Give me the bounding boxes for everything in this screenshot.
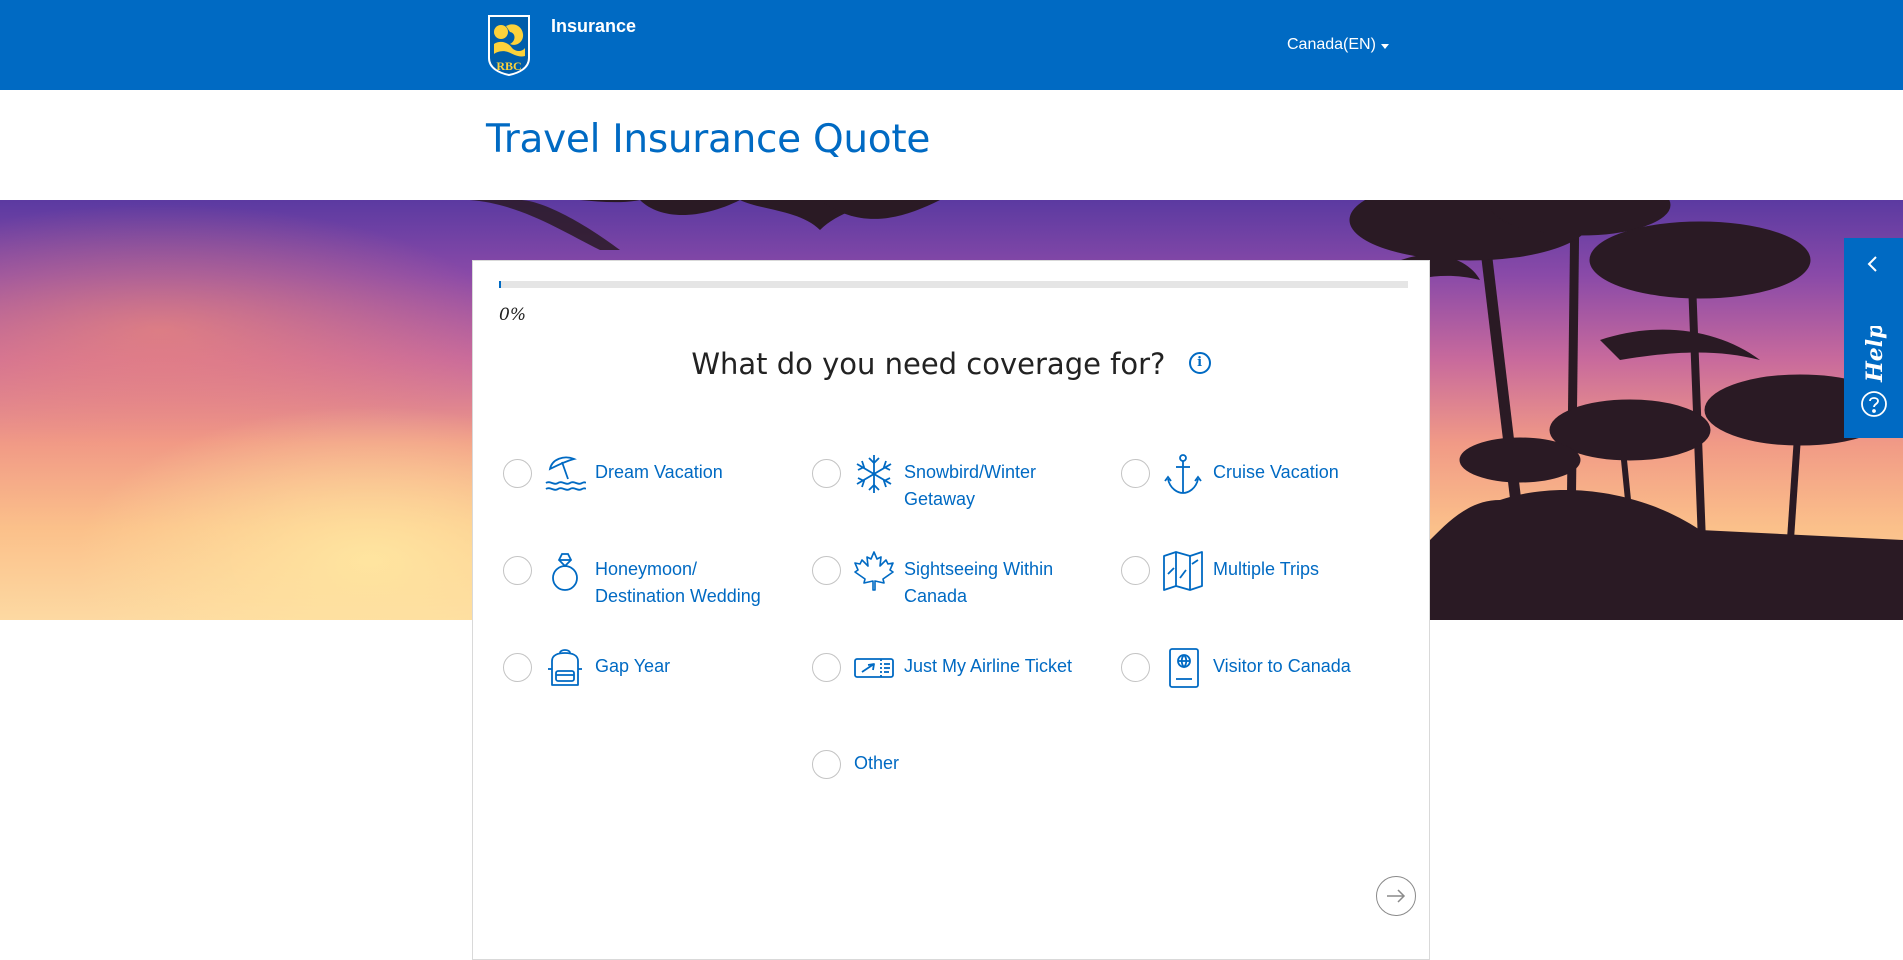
region-selector[interactable]: Canada(EN) (1287, 36, 1389, 54)
next-button[interactable] (1376, 876, 1416, 916)
top-bar: RBC Insurance Canada(EN) (0, 0, 1903, 90)
option-label: Sightseeing Within Canada (904, 559, 1054, 606)
option-radio[interactable] (1121, 556, 1150, 585)
option-label: Cruise Vacation (1213, 462, 1339, 482)
coverage-question: What do you need coverage for? i (473, 347, 1429, 381)
maple-leaf-icon (854, 551, 894, 591)
beach-umbrella-icon (545, 456, 586, 491)
brand-label: Insurance (551, 16, 637, 36)
option-label: Honeymoon/ Destination Wedding (595, 559, 761, 606)
svg-text:RBC: RBC (496, 59, 521, 73)
info-icon[interactable]: i (1188, 352, 1211, 374)
airline-ticket-icon (854, 658, 894, 678)
option-other[interactable]: Other (812, 744, 1092, 804)
option-label: Just My Airline Ticket (904, 656, 1073, 676)
chevron-left-icon[interactable] (1865, 254, 1881, 274)
option-label: Snowbird/Winter Getaway (904, 462, 1037, 509)
option-cruise-vacation[interactable]: Cruise Vacation (1121, 453, 1401, 513)
option-radio[interactable] (812, 653, 841, 682)
option-radio[interactable] (503, 653, 532, 682)
option-sightseeing-within-canada[interactable]: Sightseeing Within Canada (812, 550, 1092, 610)
map-icon (1163, 551, 1203, 591)
option-label: Dream Vacation (595, 462, 723, 482)
option-radio[interactable] (503, 556, 532, 585)
region-label: Canada(EN) (1287, 36, 1376, 53)
question-text: What do you need coverage for? (691, 347, 1166, 381)
option-snowbird-winter-getaway[interactable]: Snowbird/Winter Getaway (812, 453, 1092, 513)
passport-icon (1169, 648, 1199, 688)
option-just-my-airline-ticket[interactable]: Just My Airline Ticket (812, 647, 1092, 707)
caret-down-icon (1380, 43, 1389, 49)
backpack-icon (548, 649, 582, 686)
option-label: Gap Year (595, 656, 671, 676)
option-multiple-trips[interactable]: Multiple Trips (1121, 550, 1401, 610)
page-title: Travel Insurance Quote (486, 117, 931, 162)
question-circle-icon (1861, 391, 1887, 417)
option-radio[interactable] (812, 556, 841, 585)
ring-icon (552, 553, 578, 591)
option-visitor-to-canada[interactable]: Visitor to Canada (1121, 647, 1401, 707)
option-radio[interactable] (1121, 459, 1150, 488)
progress-bar (499, 281, 1408, 288)
option-radio[interactable] (503, 459, 532, 488)
option-gap-year[interactable]: Gap Year (503, 647, 783, 707)
help-label: Help (1862, 326, 1888, 383)
progress-label: 0% (499, 305, 526, 325)
anchor-icon (1164, 454, 1202, 494)
progress-bar-fill (499, 281, 501, 288)
option-dream-vacation[interactable]: Dream Vacation (503, 453, 783, 513)
option-label: Multiple Trips (1213, 559, 1320, 579)
option-honeymoon-destination-wedding[interactable]: Honeymoon/ Destination Wedding (503, 550, 783, 610)
rbc-logo[interactable]: RBC (486, 14, 532, 76)
option-label: Other (854, 753, 900, 773)
option-label: Visitor to Canada (1213, 656, 1351, 676)
option-radio[interactable] (812, 750, 841, 779)
snowflake-icon (856, 455, 892, 493)
svg-text:Help: Help (1862, 326, 1888, 383)
option-radio[interactable] (1121, 653, 1150, 682)
option-radio[interactable] (812, 459, 841, 488)
help-tab[interactable]: Help (1844, 238, 1903, 438)
arrow-right-icon (1387, 889, 1406, 903)
quote-form-card: 0% What do you need coverage for? i Drea… (472, 260, 1430, 960)
